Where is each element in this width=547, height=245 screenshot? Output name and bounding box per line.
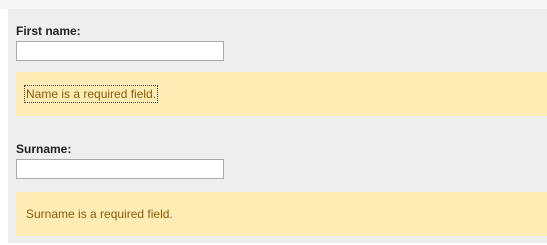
surname-label: Surname: bbox=[16, 142, 72, 156]
first-name-error: Name is a required field. bbox=[16, 72, 547, 116]
surname-error-text: Surname is a required field. bbox=[26, 207, 173, 221]
surname-input[interactable] bbox=[16, 159, 224, 179]
form-panel: First name: Name is a required field. Su… bbox=[8, 9, 547, 243]
first-name-input[interactable] bbox=[16, 41, 224, 61]
top-strip bbox=[0, 0, 547, 9]
surname-error: Surname is a required field. bbox=[16, 192, 547, 236]
first-name-label: First name: bbox=[16, 24, 81, 38]
first-name-error-text[interactable]: Name is a required field. bbox=[23, 85, 159, 103]
